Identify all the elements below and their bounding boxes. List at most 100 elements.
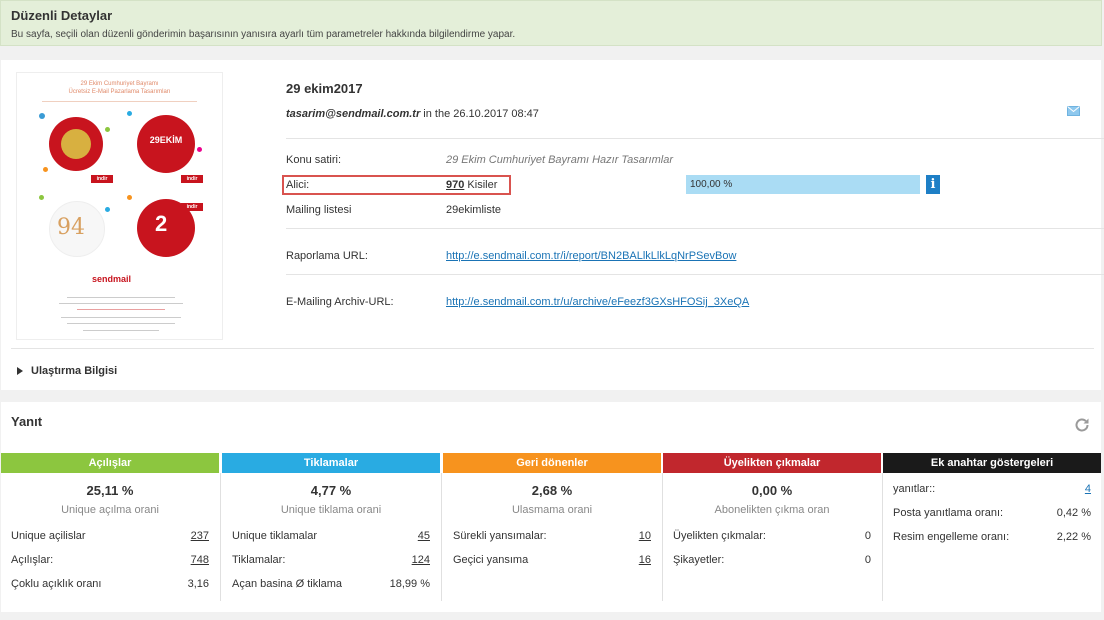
unique-opens-link[interactable]: 237 xyxy=(191,530,209,542)
sender-email: tasarim@sendmail.com.tr xyxy=(286,108,421,120)
mailing-list-value: 29ekimliste xyxy=(446,204,502,216)
response-title: Yanıt xyxy=(11,414,43,429)
stat-value: 0 xyxy=(864,554,871,566)
page-title: Düzenli Detaylar xyxy=(11,8,113,23)
replies-link[interactable]: 4 xyxy=(1085,483,1091,495)
stat-value: 18,99 % xyxy=(389,578,430,590)
clicks-link[interactable]: 124 xyxy=(412,554,430,566)
opens-sublabel: Unique açılma orani xyxy=(61,504,159,516)
thumb-divider xyxy=(42,101,197,102)
recipient-progress-bar: 100,00 % xyxy=(686,175,920,194)
stat-key: Çoklu açıklık oranı xyxy=(11,578,102,590)
opens-link[interactable]: 748 xyxy=(191,554,209,566)
stat-key: Sürekli yansımalar: xyxy=(453,530,547,542)
stat-key: Tiklamalar: xyxy=(232,554,286,566)
bounces-percent: 2,68 % xyxy=(531,483,573,498)
soft-bounces-link[interactable]: 16 xyxy=(639,554,651,566)
delivery-info-label: Ulaştırma Bilgisi xyxy=(31,365,118,377)
response-panel: Yanıt Açılışlar 25,11 % Unique açılma or… xyxy=(1,402,1101,612)
thumb-indir-1: indir xyxy=(91,175,113,183)
clicks-percent: 4,77 % xyxy=(310,483,352,498)
report-url-link[interactable]: http://e.sendmail.com.tr/i/report/BN2BAL… xyxy=(446,250,736,262)
stat-row: Tiklamalar: 124 xyxy=(232,554,430,568)
stat-row: Üyelikten çıkmalar: 0 xyxy=(673,530,871,544)
thumb-tile-3: 94 xyxy=(35,191,117,273)
stat-key: Geçici yansıma xyxy=(453,554,529,566)
info-banner: Düzenli Detaylar Bu sayfa, seçili olan d… xyxy=(0,0,1102,46)
stat-key: Posta yanıtlama oranı: xyxy=(893,507,1004,519)
opens-header: Açılışlar xyxy=(1,453,219,473)
clicks-header: Tiklamalar xyxy=(222,453,440,473)
stat-row: Geçici yansıma 16 xyxy=(453,554,651,568)
sendmail-logo: sendmail xyxy=(92,274,132,284)
in-the-text: in the xyxy=(423,108,451,120)
stat-column-bounces: Geri dönenler 2,68 % Ulasmama orani Süre… xyxy=(443,453,661,601)
stat-row: Sürekli yansımalar: 10 xyxy=(453,530,651,544)
mailing-title: 29 ekim2017 xyxy=(286,81,363,96)
stat-column-unsubscribes: Üyelikten çıkmalar 0,00 % Abonelikten çı… xyxy=(663,453,881,601)
stat-key: Şikayetler: xyxy=(673,554,725,566)
stat-column-opens: Açılışlar 25,11 % Unique açılma orani Un… xyxy=(1,453,219,601)
info-icon[interactable]: i xyxy=(926,175,940,194)
recipient-unit: Kisiler xyxy=(467,179,498,191)
thumb-indir-4: indir xyxy=(181,203,203,211)
stat-row: Çoklu açıklık oranı 3,16 xyxy=(11,578,209,592)
stat-column-key-indicators: Ek anahtar göstergeleri yanıtlar:: 4 Post… xyxy=(883,453,1101,601)
mailing-preview-thumbnail[interactable]: 29 Ekim Cumhuriyet Bayramı Ücretsiz E-Ma… xyxy=(16,72,223,340)
delivery-info-toggle[interactable]: Ulaştırma Bilgisi xyxy=(17,365,117,377)
archive-url-link[interactable]: http://e.sendmail.com.tr/u/archive/eFeez… xyxy=(446,296,749,308)
sender-line: tasarim@sendmail.com.tr in the 26.10.201… xyxy=(286,108,539,120)
thumb-25-text: 2 xyxy=(155,211,168,236)
recipient-label: Alici: xyxy=(286,179,310,191)
stat-value: 0,42 % xyxy=(1056,507,1091,519)
page-subtitle: Bu sayfa, seçili olan düzenli gönderimin… xyxy=(11,29,516,40)
unsubscribes-header: Üyelikten çıkmalar xyxy=(663,453,881,473)
stat-key: Açan basina Ø tiklama xyxy=(232,578,343,590)
mailing-list-label: Mailing listesi xyxy=(286,204,352,216)
unsubscribes-sublabel: Abonelikten çıkma oran xyxy=(714,504,830,516)
stat-key: yanıtlar:: xyxy=(893,483,936,495)
stat-key: Resim engelleme oranı: xyxy=(893,531,1010,543)
card-divider xyxy=(11,348,1094,349)
stat-column-clicks: Tiklamalar 4,77 % Unique tiklama orani U… xyxy=(222,453,440,601)
stat-row: Şikayetler: 0 xyxy=(673,554,871,568)
thumb-tile-2: 29EKİM indir xyxy=(125,107,207,189)
recipient-count-line: 970 Kisiler xyxy=(446,179,497,191)
unique-clicks-link[interactable]: 45 xyxy=(418,530,430,542)
mail-envelope-icon[interactable] xyxy=(1067,106,1080,116)
refresh-icon[interactable] xyxy=(1073,416,1091,434)
thumb-tile-4: 2 indir xyxy=(125,191,207,273)
stat-row: Posta yanıtlama oranı: 0,42 % xyxy=(893,507,1091,521)
recipient-count-link[interactable]: 970 xyxy=(446,179,464,191)
stat-row: Unique açilislar 237 xyxy=(11,530,209,544)
opens-percent: 25,11 % xyxy=(86,483,134,498)
thumb-heading-2: Ücretsiz E-Mail Pazarlama Tasarımları xyxy=(68,89,171,95)
mailing-detail-card: 29 Ekim Cumhuriyet Bayramı Ücretsiz E-Ma… xyxy=(1,60,1104,390)
stat-value: 2,22 % xyxy=(1056,531,1091,543)
stat-key: Unique tiklamalar xyxy=(232,530,317,542)
subject-value: 29 Ekim Cumhuriyet Bayramı Hazır Tasarım… xyxy=(446,154,673,166)
thumb-indir-2: indir xyxy=(181,175,203,183)
unsubscribes-percent: 0,00 % xyxy=(751,483,793,498)
stat-row: yanıtlar:: 4 xyxy=(893,483,1091,497)
stat-row: Resim engelleme oranı: 2,22 % xyxy=(893,531,1091,545)
thumb-29ekim-text: 29EKİM xyxy=(149,135,183,145)
stat-value: 0 xyxy=(864,530,871,542)
bounces-header: Geri dönenler xyxy=(443,453,661,473)
send-date: 26.10.2017 08:47 xyxy=(453,108,539,120)
report-url-label: Raporlama URL: xyxy=(286,250,368,262)
bounces-sublabel: Ulasmama orani xyxy=(511,504,593,516)
archive-url-label: E-Mailing Archiv-URL: xyxy=(286,296,394,308)
stat-key: Üyelikten çıkmalar: xyxy=(673,530,766,542)
stat-key: Unique açilislar xyxy=(11,530,86,542)
thumb-heading-1: 29 Ekim Cumhuriyet Bayramı xyxy=(80,81,159,87)
hard-bounces-link[interactable]: 10 xyxy=(639,530,651,542)
stat-row: Unique tiklamalar 45 xyxy=(232,530,430,544)
stat-row: Açılışlar: 748 xyxy=(11,554,209,568)
key-indicators-header: Ek anahtar göstergeleri xyxy=(883,453,1101,473)
caret-right-icon xyxy=(17,367,23,375)
stat-row: Açan basina Ø tiklama 18,99 % xyxy=(232,578,430,592)
stat-key: Açılışlar: xyxy=(11,554,54,566)
clicks-sublabel: Unique tiklama orani xyxy=(280,504,382,516)
thumb-tile-1: indir xyxy=(35,107,117,189)
